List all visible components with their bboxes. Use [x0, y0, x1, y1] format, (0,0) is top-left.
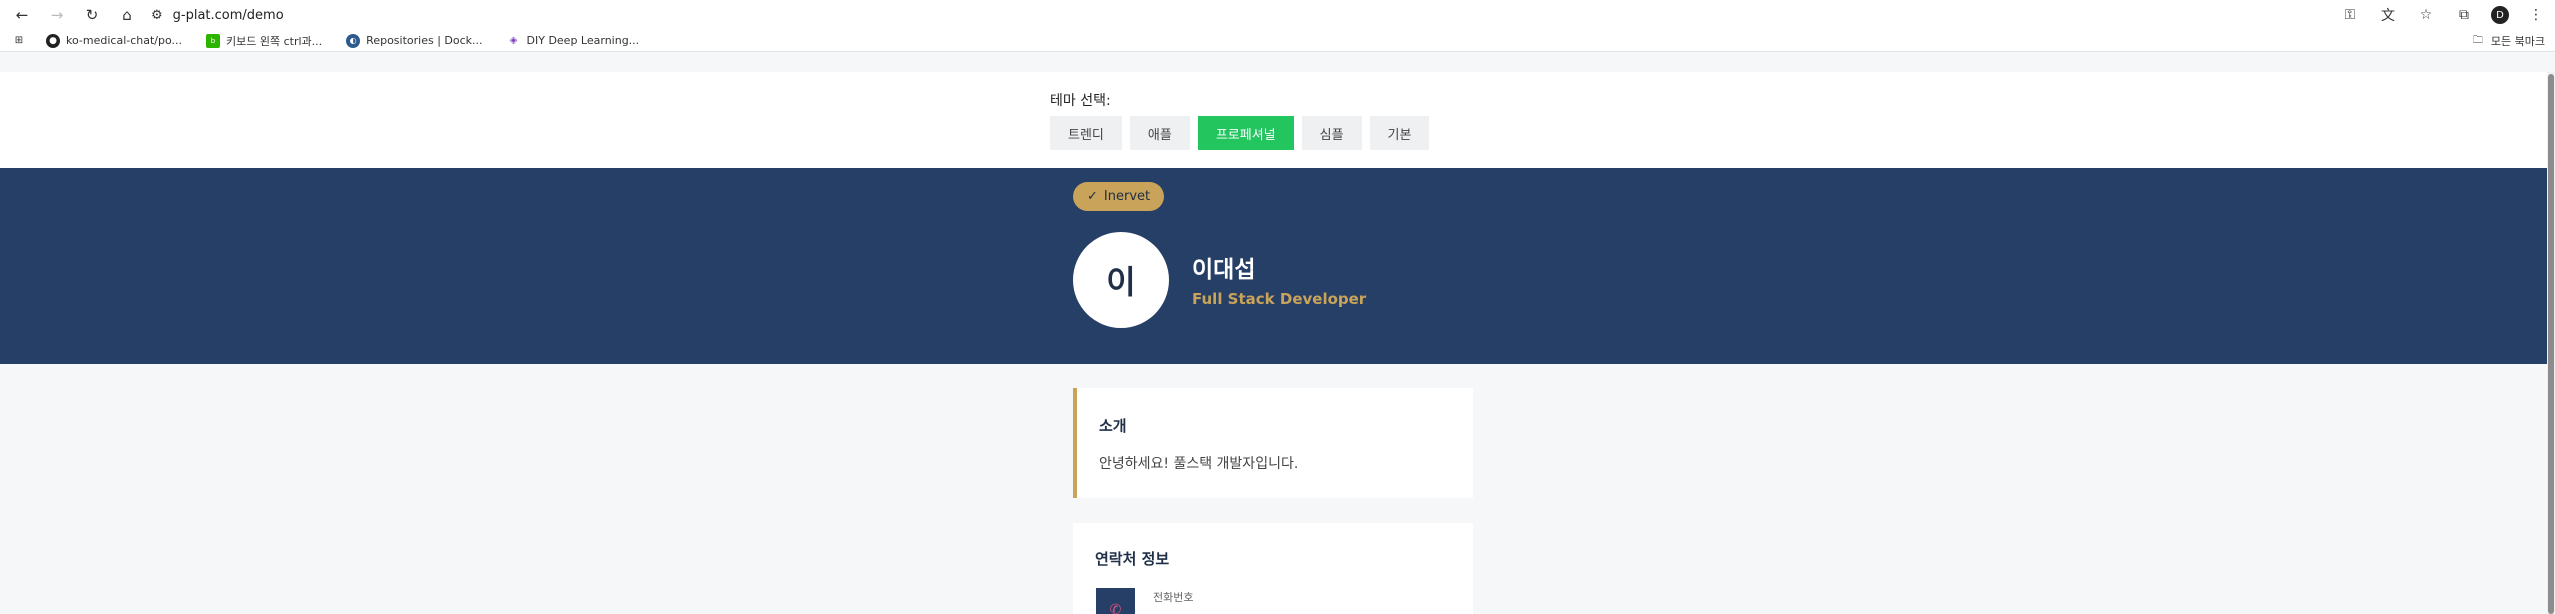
badge-label: Inervet: [1103, 189, 1151, 204]
apps-grid-icon[interactable]: ⊞: [12, 34, 26, 48]
menu-kebab-icon[interactable]: ⋮: [2525, 4, 2547, 26]
theme-button-default[interactable]: 기본: [1369, 116, 1430, 150]
theme-button-professional[interactable]: 프로페셔널: [1197, 116, 1294, 150]
address-bar[interactable]: ⚙ g-plat.com/demo: [151, 4, 284, 26]
folder-icon: 🗀: [2472, 34, 2483, 46]
theme-button-group: 트렌디 애플 프로페셔널 심플 기본: [1050, 116, 1430, 150]
theme-selector: 테마 선택: 트렌디 애플 프로페셔널 심플 기본: [0, 72, 2555, 168]
theme-button-simple[interactable]: 심플: [1301, 116, 1362, 150]
password-key-icon[interactable]: ⚿: [2339, 4, 2361, 26]
scrollbar-thumb[interactable]: [2548, 74, 2554, 614]
docker-icon: ◐: [346, 33, 361, 48]
globe-icon: ◈: [509, 35, 518, 46]
back-icon[interactable]: ←: [12, 5, 32, 25]
intro-text: 안녕하세요! 풀스택 개발자입니다.: [1099, 456, 1299, 472]
naver-blog-icon: b: [206, 33, 221, 48]
verified-badge: ✓ Inervet: [1073, 182, 1165, 211]
github-icon: ●: [46, 33, 60, 48]
extensions-icon[interactable]: ⧉: [2453, 4, 2475, 26]
check-icon: ✓: [1087, 189, 1098, 204]
site-settings-icon[interactable]: ⚙: [151, 8, 163, 23]
theme-button-trendy[interactable]: 트렌디: [1050, 116, 1122, 150]
profile-role: Full Stack Developer: [1192, 290, 1367, 308]
profile-avatar: 이: [1073, 232, 1169, 328]
phone-label: 전화번호: [1153, 591, 1194, 604]
phone-icon: ✆: [1096, 588, 1135, 614]
all-bookmarks-button[interactable]: 🗀 모든 북마크: [2471, 33, 2545, 49]
bookmark-item[interactable]: ◐ Repositories | Dock...: [346, 33, 483, 48]
browser-toolbar: ← → ↻ ⌂ ⚙ g-plat.com/demo ⚿ 文 ☆ ⧉ D ⋮: [0, 0, 2555, 30]
translate-icon[interactable]: 文: [2377, 4, 2399, 26]
contact-card: 연락처 정보 ✆ 전화번호: [1073, 523, 1473, 614]
profile-hero: ✓ Inervet 이 이대섭 Full Stack Developer: [0, 168, 2555, 364]
forward-icon[interactable]: →: [47, 5, 67, 25]
profile-name: 이대섭: [1192, 257, 1256, 283]
bookmark-item[interactable]: ◈ DIY Deep Learning...: [507, 34, 640, 48]
page-content: 테마 선택: 트렌디 애플 프로페셔널 심플 기본 ✓ Inervet 이 이대…: [0, 72, 2555, 614]
theme-button-apple[interactable]: 애플: [1129, 116, 1190, 150]
profile-avatar-icon[interactable]: D: [2491, 6, 2509, 24]
intro-card: 소개 안녕하세요! 풀스택 개발자입니다.: [1073, 388, 1473, 498]
home-icon[interactable]: ⌂: [117, 5, 137, 25]
reload-icon[interactable]: ↻: [82, 5, 102, 25]
bookmark-item[interactable]: b 키보드 왼쪽 ctrl과...: [206, 33, 322, 49]
intro-title: 소개: [1099, 417, 1127, 435]
url-text: g-plat.com/demo: [172, 7, 284, 23]
bookmark-star-icon[interactable]: ☆: [2415, 4, 2437, 26]
bookmark-item[interactable]: ● ko-medical-chat/po...: [46, 33, 182, 48]
theme-label: 테마 선택:: [1050, 93, 1111, 109]
bookmarks-bar: ⊞ ● ko-medical-chat/po... b 키보드 왼쪽 ctrl과…: [0, 30, 2555, 52]
contact-title: 연락처 정보: [1095, 550, 1170, 568]
